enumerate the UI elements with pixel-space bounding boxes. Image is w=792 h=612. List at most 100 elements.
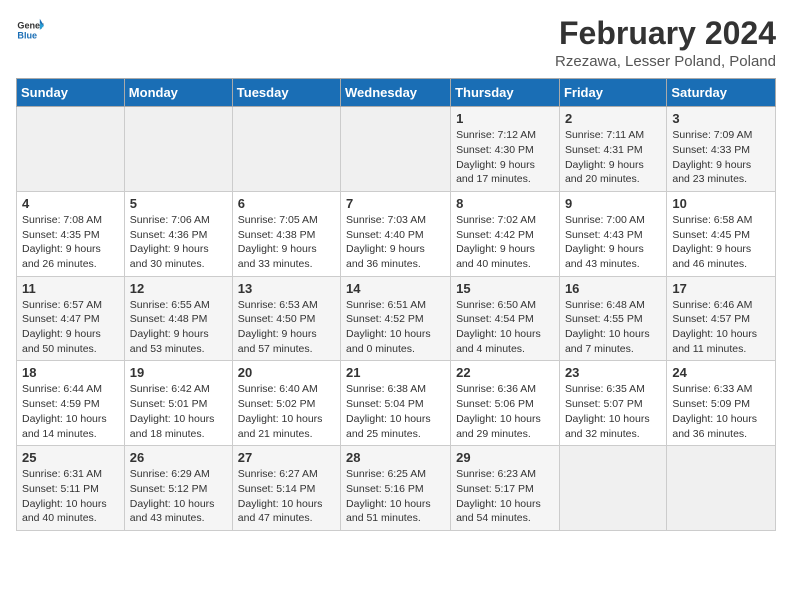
month-title: February 2024	[555, 16, 776, 51]
day-number: 18	[22, 365, 119, 380]
day-number: 29	[456, 450, 554, 465]
calendar-cell: 5 Sunrise: 7:06 AM Sunset: 4:36 PM Daylig…	[124, 191, 232, 276]
day-info: Sunrise: 6:51 AM Sunset: 4:52 PM Dayligh…	[346, 298, 445, 357]
day-info: Sunrise: 6:38 AM Sunset: 5:04 PM Dayligh…	[346, 382, 445, 441]
calendar-cell: 6Sunrise: 7:05 AM Sunset: 4:38 PM Daylig…	[232, 191, 340, 276]
calendar-cell	[667, 446, 776, 531]
calendar-cell: 7 Sunrise: 7:03 AM Sunset: 4:40 PM Daylig…	[341, 191, 451, 276]
day-number: 5	[130, 196, 227, 211]
day-number: 21	[346, 365, 445, 380]
weekday-header-saturday: Saturday	[667, 79, 776, 107]
calendar-cell	[17, 107, 125, 192]
day-number: 6	[238, 196, 335, 211]
weekday-header-sunday: Sunday	[17, 79, 125, 107]
day-number: 7	[346, 196, 445, 211]
calendar-cell: 13 Sunrise: 6:53 AM Sunset: 4:50 PM Dayli…	[232, 276, 340, 361]
calendar-cell: 10 Sunrise: 6:58 AM Sunset: 4:45 PM Dayli…	[667, 191, 776, 276]
day-info: Sunrise: 7:00 AM Sunset: 4:43 PM Dayligh…	[565, 213, 661, 272]
day-number: 15	[456, 281, 554, 296]
calendar-cell	[559, 446, 666, 531]
day-number: 12	[130, 281, 227, 296]
calendar-cell: 27 Sunrise: 6:27 AM Sunset: 5:14 PM Dayli…	[232, 446, 340, 531]
calendar-cell: 1 Sunrise: 7:12 AM Sunset: 4:30 PM Daylig…	[451, 107, 560, 192]
day-info: Sunrise: 7:02 AM Sunset: 4:42 PM Dayligh…	[456, 213, 554, 272]
calendar-cell: 24Sunrise: 6:33 AM Sunset: 5:09 PM Dayli…	[667, 361, 776, 446]
day-number: 16	[565, 281, 661, 296]
day-number: 17	[672, 281, 770, 296]
day-number: 9	[565, 196, 661, 211]
day-number: 13	[238, 281, 335, 296]
calendar-cell: 26 Sunrise: 6:29 AM Sunset: 5:12 PM Dayli…	[124, 446, 232, 531]
day-info: Sunrise: 6:48 AM Sunset: 4:55 PM Dayligh…	[565, 298, 661, 357]
day-info: Sunrise: 6:58 AM Sunset: 4:45 PM Dayligh…	[672, 213, 770, 272]
calendar-week-4: 18 Sunrise: 6:44 AM Sunset: 4:59 PM Dayli…	[17, 361, 776, 446]
calendar-cell: 15 Sunrise: 6:50 AM Sunset: 4:54 PM Dayli…	[451, 276, 560, 361]
calendar-cell: 12Sunrise: 6:55 AM Sunset: 4:48 PM Dayli…	[124, 276, 232, 361]
calendar-week-5: 25Sunrise: 6:31 AM Sunset: 5:11 PM Dayli…	[17, 446, 776, 531]
day-info: Sunrise: 6:53 AM Sunset: 4:50 PM Dayligh…	[238, 298, 335, 357]
day-number: 11	[22, 281, 119, 296]
weekday-header-tuesday: Tuesday	[232, 79, 340, 107]
calendar-week-1: 1 Sunrise: 7:12 AM Sunset: 4:30 PM Daylig…	[17, 107, 776, 192]
calendar-table: SundayMondayTuesdayWednesdayThursdayFrid…	[16, 78, 776, 531]
weekday-header-wednesday: Wednesday	[341, 79, 451, 107]
day-info: Sunrise: 6:33 AM Sunset: 5:09 PM Dayligh…	[672, 382, 770, 441]
calendar-cell: 4Sunrise: 7:08 AM Sunset: 4:35 PM Daylig…	[17, 191, 125, 276]
day-info: Sunrise: 7:06 AM Sunset: 4:36 PM Dayligh…	[130, 213, 227, 272]
calendar-cell: 20Sunrise: 6:40 AM Sunset: 5:02 PM Dayli…	[232, 361, 340, 446]
day-info: Sunrise: 7:09 AM Sunset: 4:33 PM Dayligh…	[672, 128, 770, 187]
calendar-cell: 8 Sunrise: 7:02 AM Sunset: 4:42 PM Daylig…	[451, 191, 560, 276]
day-info: Sunrise: 6:29 AM Sunset: 5:12 PM Dayligh…	[130, 467, 227, 526]
day-number: 4	[22, 196, 119, 211]
day-info: Sunrise: 6:36 AM Sunset: 5:06 PM Dayligh…	[456, 382, 554, 441]
day-number: 22	[456, 365, 554, 380]
calendar-cell: 11 Sunrise: 6:57 AM Sunset: 4:47 PM Dayli…	[17, 276, 125, 361]
calendar-week-2: 4Sunrise: 7:08 AM Sunset: 4:35 PM Daylig…	[17, 191, 776, 276]
day-info: Sunrise: 6:35 AM Sunset: 5:07 PM Dayligh…	[565, 382, 661, 441]
day-info: Sunrise: 7:11 AM Sunset: 4:31 PM Dayligh…	[565, 128, 661, 187]
day-number: 28	[346, 450, 445, 465]
calendar-header-row: SundayMondayTuesdayWednesdayThursdayFrid…	[17, 79, 776, 107]
day-info: Sunrise: 7:12 AM Sunset: 4:30 PM Dayligh…	[456, 128, 554, 187]
day-info: Sunrise: 6:57 AM Sunset: 4:47 PM Dayligh…	[22, 298, 119, 357]
day-number: 27	[238, 450, 335, 465]
calendar-cell: 14 Sunrise: 6:51 AM Sunset: 4:52 PM Dayli…	[341, 276, 451, 361]
day-number: 2	[565, 111, 661, 126]
logo-icon: General Blue	[16, 16, 44, 44]
day-number: 14	[346, 281, 445, 296]
day-number: 26	[130, 450, 227, 465]
calendar-cell	[124, 107, 232, 192]
calendar-cell	[341, 107, 451, 192]
calendar-cell: 18 Sunrise: 6:44 AM Sunset: 4:59 PM Dayli…	[17, 361, 125, 446]
day-number: 25	[22, 450, 119, 465]
calendar-week-3: 11 Sunrise: 6:57 AM Sunset: 4:47 PM Dayli…	[17, 276, 776, 361]
day-number: 1	[456, 111, 554, 126]
calendar-cell: 25Sunrise: 6:31 AM Sunset: 5:11 PM Dayli…	[17, 446, 125, 531]
weekday-header-friday: Friday	[559, 79, 666, 107]
day-number: 8	[456, 196, 554, 211]
day-info: Sunrise: 6:44 AM Sunset: 4:59 PM Dayligh…	[22, 382, 119, 441]
svg-text:Blue: Blue	[17, 30, 37, 40]
day-info: Sunrise: 6:50 AM Sunset: 4:54 PM Dayligh…	[456, 298, 554, 357]
logo: General Blue General Blue	[16, 16, 44, 44]
title-block: February 2024 Rzezawa, Lesser Poland, Po…	[555, 16, 776, 70]
day-number: 20	[238, 365, 335, 380]
day-info: Sunrise: 6:42 AM Sunset: 5:01 PM Dayligh…	[130, 382, 227, 441]
day-number: 19	[130, 365, 227, 380]
calendar-cell: 3Sunrise: 7:09 AM Sunset: 4:33 PM Daylig…	[667, 107, 776, 192]
day-info: Sunrise: 6:25 AM Sunset: 5:16 PM Dayligh…	[346, 467, 445, 526]
calendar-body: 1 Sunrise: 7:12 AM Sunset: 4:30 PM Daylig…	[17, 107, 776, 531]
calendar-cell: 22 Sunrise: 6:36 AM Sunset: 5:06 PM Dayli…	[451, 361, 560, 446]
calendar-cell: 19 Sunrise: 6:42 AM Sunset: 5:01 PM Dayli…	[124, 361, 232, 446]
day-number: 23	[565, 365, 661, 380]
day-number: 10	[672, 196, 770, 211]
weekday-header-thursday: Thursday	[451, 79, 560, 107]
calendar-cell: 16 Sunrise: 6:48 AM Sunset: 4:55 PM Dayli…	[559, 276, 666, 361]
day-info: Sunrise: 6:27 AM Sunset: 5:14 PM Dayligh…	[238, 467, 335, 526]
calendar-cell: 28 Sunrise: 6:25 AM Sunset: 5:16 PM Dayli…	[341, 446, 451, 531]
calendar-cell: 17 Sunrise: 6:46 AM Sunset: 4:57 PM Dayli…	[667, 276, 776, 361]
day-info: Sunrise: 7:03 AM Sunset: 4:40 PM Dayligh…	[346, 213, 445, 272]
day-info: Sunrise: 6:46 AM Sunset: 4:57 PM Dayligh…	[672, 298, 770, 357]
day-info: Sunrise: 6:23 AM Sunset: 5:17 PM Dayligh…	[456, 467, 554, 526]
location: Rzezawa, Lesser Poland, Poland	[555, 53, 776, 70]
